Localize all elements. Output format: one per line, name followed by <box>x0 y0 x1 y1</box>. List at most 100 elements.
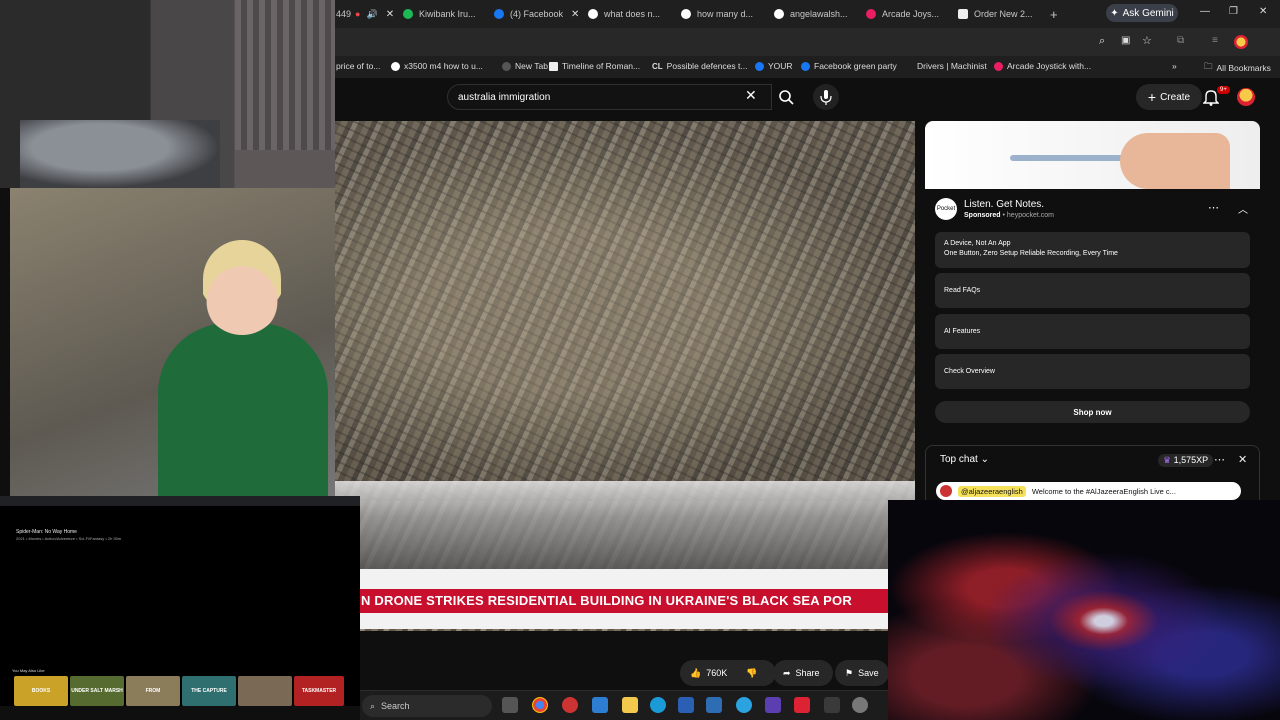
app-icon[interactable] <box>562 697 578 713</box>
gemini-icon: ✦ <box>1110 7 1119 19</box>
shop-now-button[interactable]: Shop now <box>935 401 1250 423</box>
save-button[interactable]: ⚑ Save <box>835 660 889 686</box>
tab-kiwibank[interactable]: Kiwibank Iru... <box>403 4 488 24</box>
extensions-icon[interactable]: ⧉ <box>1177 35 1184 46</box>
ask-gemini-button[interactable]: ✦ Ask Gemini <box>1106 4 1178 22</box>
voice-search-button[interactable] <box>813 84 839 110</box>
tab-facebook[interactable]: (4) Facebook ✕ <box>494 4 579 24</box>
search-input[interactable] <box>448 85 728 109</box>
taskbar: ⌕ Search <box>360 690 888 720</box>
bookmark-star-icon[interactable]: ☆ <box>1142 34 1152 47</box>
bookmark-item[interactable]: Drivers | Machinist <box>917 61 987 71</box>
telegram-icon[interactable] <box>736 697 752 713</box>
ad-link-faqs[interactable]: Read FAQs <box>935 273 1250 308</box>
section-heading: You May Also Like <box>12 668 45 673</box>
more-options-icon[interactable]: ⋯ <box>1208 201 1219 214</box>
speaker-icon[interactable]: 🔊 <box>366 9 377 20</box>
facebook-icon <box>494 9 504 19</box>
poster-tile[interactable]: UNDER SALT MARSH <box>70 676 124 706</box>
bookmark-item[interactable]: New Tab <box>502 61 548 71</box>
taskbar-search[interactable]: ⌕ Search <box>362 695 492 717</box>
chevron-right-icon[interactable]: » <box>1172 61 1177 71</box>
minimize-icon[interactable]: — <box>1200 6 1210 17</box>
poster-tile[interactable]: THE CAPTURE <box>182 676 236 706</box>
address-bar[interactable]: ⌕ ▣ ☆ ⧉ ≡ <box>335 28 1280 56</box>
profile-avatar-icon[interactable] <box>1234 35 1248 49</box>
news-anchor-panel <box>10 188 335 496</box>
app-icon[interactable] <box>794 697 810 713</box>
tab-partial[interactable]: 449 ● 🔊 ✕ <box>336 4 394 24</box>
google-icon <box>681 9 691 19</box>
app-icon[interactable] <box>678 697 694 713</box>
ad-link-device[interactable]: A Device, Not An App One Button, Zero Se… <box>935 232 1250 268</box>
tab-order-new[interactable]: Order New 2... ✕ <box>958 4 1038 24</box>
thumbs-up-icon: 👍 <box>690 667 702 678</box>
bookmark-item[interactable]: x3500 m4 how to u... <box>391 61 483 71</box>
clear-search-icon[interactable]: ✕ <box>745 87 757 104</box>
chevron-up-icon[interactable]: ︿ <box>1238 201 1248 216</box>
news-ticker: N DRONE STRIKES RESIDENTIAL BUILDING IN … <box>359 569 915 629</box>
search-icon: ⌕ <box>370 700 376 711</box>
microphone-icon <box>820 90 832 105</box>
search-button[interactable] <box>772 84 800 110</box>
bookmark-item[interactable]: Arcade Joystick with... <box>994 61 1091 71</box>
edge-icon[interactable] <box>650 697 666 713</box>
window-titlebar <box>0 496 360 506</box>
google-icon <box>588 9 598 19</box>
app-icon[interactable] <box>765 697 781 713</box>
app-icon[interactable] <box>824 697 840 713</box>
file-explorer-icon[interactable] <box>622 697 638 713</box>
cast-icon[interactable]: ▣ <box>1121 35 1130 46</box>
close-chat-icon[interactable]: ✕ <box>1238 453 1247 466</box>
window-close-icon[interactable]: ✕ <box>1259 6 1267 17</box>
poster-tile[interactable]: FROM <box>126 676 180 706</box>
dislike-button[interactable]: 👎 <box>736 660 776 686</box>
ad-hand-image <box>1120 133 1230 189</box>
ad-title[interactable]: Listen. Get Notes. <box>964 199 1044 210</box>
cl-icon: CL <box>652 61 663 71</box>
more-options-icon[interactable]: ⋯ <box>1214 453 1225 466</box>
webcam-curtain <box>235 0 335 150</box>
new-tab-button[interactable]: + <box>1050 4 1058 24</box>
share-button[interactable]: ➦ Share <box>773 660 833 686</box>
close-icon[interactable]: ✕ <box>571 9 579 20</box>
bookmark-item[interactable]: CL Possible defences t... <box>652 61 747 71</box>
poster-tile[interactable]: BOOKS <box>14 676 68 706</box>
sponsored-ad-card: Pocket Listen. Get Notes. Sponsored • he… <box>925 121 1260 433</box>
tab-how-many[interactable]: how many d... ✕ <box>681 4 761 24</box>
tab-angelawalsh[interactable]: angelawalsh... ✕ <box>774 4 854 24</box>
video-player[interactable]: N DRONE STRIKES RESIDENTIAL BUILDING IN … <box>335 121 915 631</box>
settings-icon[interactable] <box>852 697 868 713</box>
ad-link-ai-features[interactable]: AI Features <box>935 314 1250 349</box>
avatar[interactable] <box>1237 88 1255 106</box>
ad-link-overview[interactable]: Check Overview <box>935 354 1250 389</box>
chrome-icon[interactable] <box>532 697 548 713</box>
webcam-scene <box>20 120 220 188</box>
outlook-icon[interactable] <box>706 697 722 713</box>
create-button[interactable]: + Create <box>1136 84 1202 110</box>
tab-arcade-joystick[interactable]: Arcade Joys... ✕ <box>866 4 946 24</box>
bookmark-item[interactable]: price of to... <box>336 61 380 71</box>
chat-mode-selector[interactable]: Top chat ⌄ <box>940 454 989 465</box>
poster-tile[interactable]: TASKMASTER <box>294 676 344 706</box>
bookmark-item[interactable]: YOUR <box>755 61 793 71</box>
bookmark-item[interactable]: Facebook green party <box>801 61 897 71</box>
close-icon[interactable]: ✕ <box>386 9 394 20</box>
all-bookmarks[interactable]: 🗀 All Bookmarks <box>1204 61 1271 75</box>
reading-list-icon[interactable]: ≡ <box>1212 35 1218 46</box>
video-frame <box>335 121 915 501</box>
plus-icon: + <box>1147 89 1157 105</box>
bookmark-item[interactable]: Timeline of Roman... <box>549 61 640 71</box>
tab-what-does[interactable]: what does n... ✕ <box>588 4 668 24</box>
zoom-icon[interactable]: ⌕ <box>1099 35 1105 48</box>
chat-username[interactable]: @aljazeeraenglish <box>958 485 1026 497</box>
app-icon[interactable] <box>592 697 608 713</box>
poster-tile[interactable] <box>238 676 292 706</box>
ad-device-image <box>1010 155 1130 161</box>
ad-image[interactable] <box>925 121 1260 189</box>
thumbs-down-icon: 👎 <box>746 667 758 678</box>
task-view-icon[interactable] <box>502 697 518 713</box>
advertiser-logo[interactable]: Pocket <box>935 198 957 220</box>
xp-badge[interactable]: ♛ 1,575XP <box>1158 454 1214 467</box>
maximize-icon[interactable]: ❐ <box>1229 6 1238 17</box>
